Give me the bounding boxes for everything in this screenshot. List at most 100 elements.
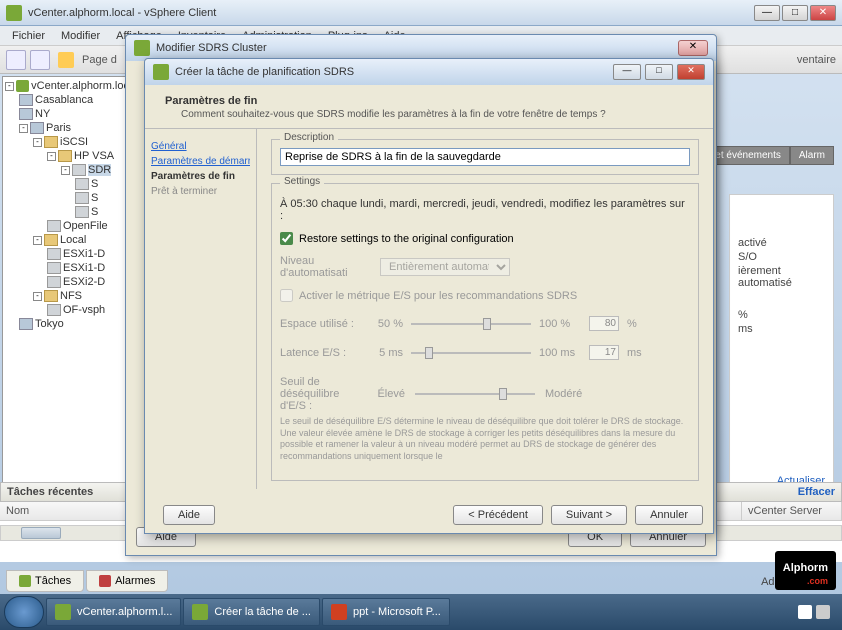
start-button[interactable] xyxy=(4,596,44,628)
vcenter-icon xyxy=(16,80,29,92)
info-line: activé xyxy=(738,237,825,249)
wizard-help-button[interactable]: Aide xyxy=(163,505,215,525)
datastore-icon xyxy=(75,192,89,204)
tree-toggle[interactable]: - xyxy=(5,82,14,91)
tree-item[interactable]: ESXi1-D xyxy=(63,248,105,260)
space-value xyxy=(589,316,619,331)
inventory-tree[interactable]: -vCenter.alphorm.loc Casablanca NY -Pari… xyxy=(2,76,132,502)
minimize-button[interactable]: — xyxy=(754,5,780,21)
tree-item[interactable]: S xyxy=(91,192,98,204)
tree-toggle[interactable]: - xyxy=(19,124,28,133)
taskbar: vCenter.alphorm.l... Créer la tâche de .… xyxy=(0,594,842,630)
space-min: 50 % xyxy=(368,318,403,330)
dialog-icon xyxy=(153,64,169,80)
tree-item[interactable]: S xyxy=(91,178,98,190)
system-tray[interactable] xyxy=(798,605,838,619)
summary-panel: activé S/O ièrement automatisé % ms Actu… xyxy=(729,194,834,526)
tree-item[interactable]: ESXi2-D xyxy=(63,276,105,288)
dialog1-title: Modifier SDRS Cluster xyxy=(156,42,678,54)
nav-start-params[interactable]: Paramètres de démarra xyxy=(151,154,250,169)
latency-min: 5 ms xyxy=(368,347,403,359)
schedule-text: À 05:30 chaque lundi, mardi, mercredi, j… xyxy=(280,198,690,222)
wizard-prev-button[interactable]: < Précédent xyxy=(453,505,543,525)
vsphere-icon xyxy=(192,604,208,620)
space-unit: % xyxy=(627,318,637,330)
tree-item[interactable]: NFS xyxy=(60,290,82,302)
wizard-step-title: Paramètres de fin xyxy=(165,95,693,107)
maximize-button[interactable]: □ xyxy=(782,5,808,21)
main-titlebar: vCenter.alphorm.local - vSphere Client —… xyxy=(0,0,842,26)
automation-select: Entièrement automatisé xyxy=(380,258,510,276)
tray-icon[interactable] xyxy=(816,605,830,619)
wizard-next-button[interactable]: Suivant > xyxy=(551,505,627,525)
forward-button[interactable] xyxy=(30,50,50,70)
datastore-icon xyxy=(75,178,89,190)
tab-events[interactable]: et événements xyxy=(706,146,790,165)
tree-root[interactable]: vCenter.alphorm.loc xyxy=(31,80,129,92)
tree-toggle[interactable]: - xyxy=(61,166,70,175)
taskbar-item[interactable]: vCenter.alphorm.l... xyxy=(46,598,181,626)
tree-item-selected[interactable]: SDR xyxy=(88,164,111,176)
tree-item[interactable]: NY xyxy=(35,108,50,120)
alarms-icon xyxy=(99,575,111,587)
tab-alarms[interactable]: Alarm xyxy=(790,146,834,165)
status-tab-alarms[interactable]: Alarmes xyxy=(86,570,168,592)
nav-ready: Prêt à terminer xyxy=(151,184,250,199)
imbalance-high: Modéré xyxy=(545,388,582,400)
app-icon xyxy=(6,5,22,21)
folder-icon xyxy=(58,150,72,162)
tree-item[interactable]: Tokyo xyxy=(35,318,64,330)
wizard-maximize-button[interactable]: □ xyxy=(645,64,673,80)
tree-item[interactable]: Paris xyxy=(46,122,71,134)
settings-legend: Settings xyxy=(280,176,324,187)
restore-checkbox[interactable] xyxy=(280,232,293,245)
latency-unit: ms xyxy=(627,347,642,359)
tree-toggle[interactable]: - xyxy=(47,152,56,161)
tree-item[interactable]: iSCSI xyxy=(60,136,88,148)
wizard-minimize-button[interactable]: — xyxy=(613,64,641,80)
space-max: 100 % xyxy=(539,318,581,330)
tree-item[interactable]: ESXi1-D xyxy=(63,262,105,274)
taskbar-item[interactable]: Créer la tâche de ... xyxy=(183,598,320,626)
tree-toggle[interactable]: - xyxy=(33,236,42,245)
tree-item[interactable]: OpenFile xyxy=(63,220,108,232)
tree-item[interactable]: OF-vsph xyxy=(63,304,105,316)
automation-label: Niveau d'automatisati xyxy=(280,255,380,279)
tree-toggle[interactable]: - xyxy=(33,138,42,147)
description-input[interactable] xyxy=(280,148,690,166)
close-button[interactable]: ✕ xyxy=(810,5,836,21)
space-label: Espace utilisé : xyxy=(280,318,360,330)
menu-modifier[interactable]: Modifier xyxy=(53,28,108,44)
taskbar-item[interactable]: ppt - Microsoft P... xyxy=(322,598,450,626)
nav-general[interactable]: Général xyxy=(151,139,250,154)
menu-fichier[interactable]: Fichier xyxy=(4,28,53,44)
nav-end-params[interactable]: Paramètres de fin xyxy=(151,169,250,184)
tree-item[interactable]: Local xyxy=(60,234,86,246)
imbalance-slider xyxy=(415,393,535,395)
status-tab-tasks[interactable]: Tâches xyxy=(6,570,84,592)
tree-item[interactable]: S xyxy=(91,206,98,218)
tree-item[interactable]: HP VSA xyxy=(74,150,114,162)
clear-link[interactable]: Effacer xyxy=(798,486,835,498)
datastore-icon xyxy=(47,276,61,288)
space-slider xyxy=(411,323,531,325)
tree-item[interactable]: Casablanca xyxy=(35,94,93,106)
datastore-icon xyxy=(47,262,61,274)
imbalance-help-text: Le seuil de déséquilibre E/S détermine l… xyxy=(280,416,690,463)
tree-toggle[interactable]: - xyxy=(33,292,42,301)
col-vcenter[interactable]: vCenter Server xyxy=(742,502,842,520)
latency-value xyxy=(589,345,619,360)
home-icon[interactable] xyxy=(58,52,74,68)
folder-icon xyxy=(44,234,58,246)
back-button[interactable] xyxy=(6,50,26,70)
datacenter-icon xyxy=(30,122,44,134)
datacenter-icon xyxy=(19,318,33,330)
wizard-title: Créer la tâche de planification SDRS xyxy=(175,66,613,78)
imbalance-low: Élevé xyxy=(370,388,405,400)
wizard-close-button[interactable]: ✕ xyxy=(677,64,705,80)
wizard-cancel-button[interactable]: Annuler xyxy=(635,505,703,525)
info-line: % xyxy=(738,309,825,321)
tray-icon[interactable] xyxy=(798,605,812,619)
dialog-icon xyxy=(134,40,150,56)
dialog1-close-button[interactable]: ✕ xyxy=(678,40,708,56)
